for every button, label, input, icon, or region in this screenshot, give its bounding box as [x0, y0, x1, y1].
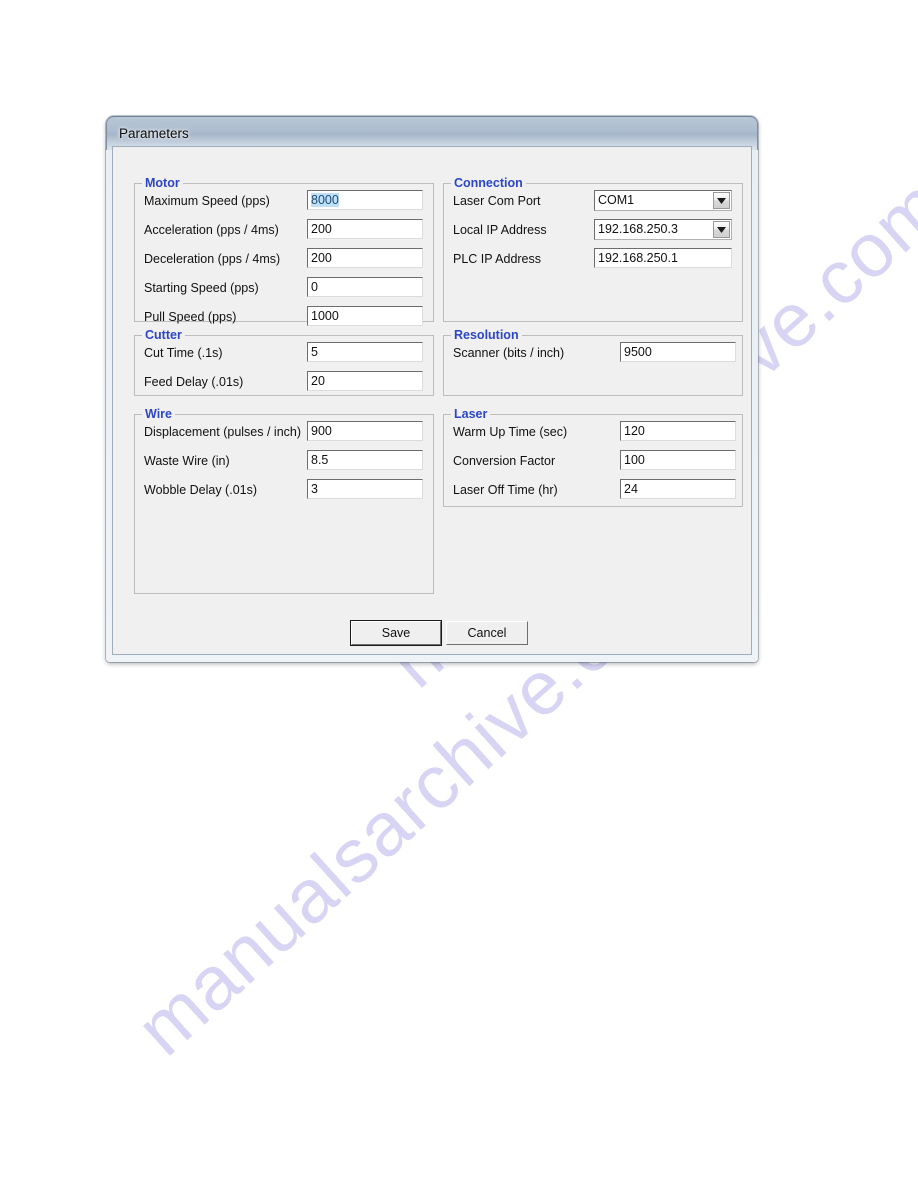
label-waste-wire: Waste Wire (in) [144, 454, 230, 468]
cancel-button[interactable]: Cancel [446, 621, 528, 645]
input-warm-up-time[interactable]: 120 [620, 421, 736, 441]
group-legend-connection: Connection [451, 176, 526, 190]
input-cut-time[interactable]: 5 [307, 342, 423, 362]
label-warm-up-time: Warm Up Time (sec) [453, 425, 568, 439]
select-local-ip-address[interactable]: 192.168.250.3 [594, 219, 732, 240]
input-acceleration[interactable]: 200 [307, 219, 423, 239]
input-plc-ip-address[interactable]: 192.168.250.1 [594, 248, 732, 268]
group-wire: Wire Displacement (pulses / inch) 900 Wa… [134, 407, 434, 594]
label-starting-speed: Starting Speed (pps) [144, 281, 259, 295]
chevron-down-icon[interactable] [713, 221, 730, 238]
label-displacement: Displacement (pulses / inch) [144, 425, 302, 439]
label-acceleration: Acceleration (pps / 4ms) [144, 223, 279, 237]
group-cutter: Cutter Cut Time (.1s) 5 Feed Delay (.01s… [134, 328, 434, 396]
select-local-ip-address-value: 192.168.250.3 [598, 222, 678, 236]
input-waste-wire[interactable]: 8.5 [307, 450, 423, 470]
label-local-ip-address: Local IP Address [453, 223, 547, 237]
select-laser-com-port[interactable]: COM1 [594, 190, 732, 211]
label-laser-com-port: Laser Com Port [453, 194, 541, 208]
label-wobble-delay: Wobble Delay (.01s) [144, 483, 258, 497]
input-conversion-factor[interactable]: 100 [620, 450, 736, 470]
label-maximum-speed: Maximum Speed (pps) [144, 194, 270, 208]
input-pull-speed[interactable]: 1000 [307, 306, 423, 326]
group-legend-cutter: Cutter [142, 328, 185, 342]
group-legend-motor: Motor [142, 176, 183, 190]
input-wobble-delay[interactable]: 3 [307, 479, 423, 499]
group-connection: Connection Laser Com Port COM1 Local IP … [443, 176, 743, 322]
dialog-client-area: Motor Maximum Speed (pps) 8000 Accelerat… [112, 146, 752, 655]
input-starting-speed[interactable]: 0 [307, 277, 423, 297]
label-conversion-factor: Conversion Factor [453, 454, 556, 468]
group-legend-wire: Wire [142, 407, 175, 421]
label-laser-off-time: Laser Off Time (hr) [453, 483, 558, 497]
input-maximum-speed[interactable]: 8000 [307, 190, 423, 210]
label-feed-delay: Feed Delay (.01s) [144, 375, 244, 389]
save-button[interactable]: Save [350, 620, 442, 646]
window-titlebar[interactable]: Parameters [106, 116, 758, 150]
chevron-down-icon[interactable] [713, 192, 730, 209]
parameters-dialog-window: Parameters Motor Maximum Speed (pps) 800… [106, 116, 758, 662]
label-pull-speed: Pull Speed (pps) [144, 310, 237, 324]
group-laser: Laser Warm Up Time (sec) 120 Conversion … [443, 407, 743, 507]
input-displacement[interactable]: 900 [307, 421, 423, 441]
input-scanner-bits-per-inch[interactable]: 9500 [620, 342, 736, 362]
input-feed-delay[interactable]: 20 [307, 371, 423, 391]
label-scanner-bits-per-inch: Scanner (bits / inch) [453, 346, 565, 360]
group-motor: Motor Maximum Speed (pps) 8000 Accelerat… [134, 176, 434, 326]
input-deceleration[interactable]: 200 [307, 248, 423, 268]
label-cut-time: Cut Time (.1s) [144, 346, 223, 360]
group-legend-laser: Laser [451, 407, 491, 421]
label-plc-ip-address: PLC IP Address [453, 252, 542, 266]
input-maximum-speed-value: 8000 [311, 193, 339, 207]
group-legend-resolution: Resolution [451, 328, 522, 342]
input-laser-off-time[interactable]: 24 [620, 479, 736, 499]
label-deceleration: Deceleration (pps / 4ms) [144, 252, 281, 266]
select-laser-com-port-value: COM1 [598, 193, 635, 207]
window-title: Parameters [119, 125, 189, 141]
group-resolution: Resolution Scanner (bits / inch) 9500 [443, 328, 743, 396]
